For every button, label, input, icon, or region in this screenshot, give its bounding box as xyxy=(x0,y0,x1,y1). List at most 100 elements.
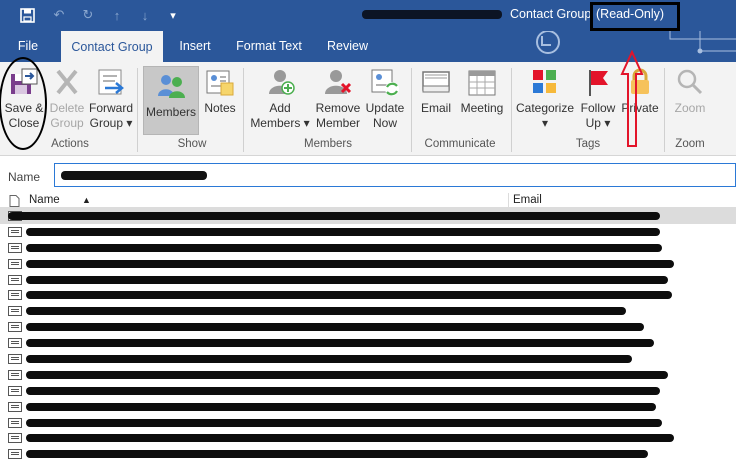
table-row[interactable] xyxy=(0,319,736,335)
column-header-email[interactable]: Email xyxy=(513,194,542,206)
table-row[interactable] xyxy=(0,399,736,415)
table-row[interactable] xyxy=(0,430,736,446)
sort-ascending-icon: ▲ xyxy=(82,195,91,205)
notes-button[interactable]: Notes xyxy=(202,66,238,116)
forward-icon xyxy=(98,69,124,95)
table-row[interactable] xyxy=(0,303,736,319)
delete-group-button[interactable]: Delete Group xyxy=(48,66,86,131)
read-only-annotation-box xyxy=(590,2,680,31)
notes-icon xyxy=(206,70,234,96)
ribbon-separator xyxy=(511,68,512,152)
redacted-row xyxy=(26,402,656,411)
tab-contact-group[interactable]: Contact Group xyxy=(61,31,163,62)
redacted-row xyxy=(26,227,660,236)
column-header-name[interactable]: Name xyxy=(29,194,60,206)
table-row[interactable] xyxy=(0,240,736,256)
contact-icon xyxy=(8,338,22,349)
zoom-button[interactable]: Zoom xyxy=(670,66,710,116)
table-row[interactable] xyxy=(0,367,736,383)
update-now-label: Update Now xyxy=(365,101,405,130)
table-row[interactable] xyxy=(0,351,736,367)
contact-icon xyxy=(8,306,22,317)
contact-icon xyxy=(8,258,22,269)
table-row[interactable] xyxy=(0,272,736,288)
contact-icon xyxy=(8,226,22,237)
remove-member-button[interactable]: Remove Member xyxy=(313,66,363,131)
forward-group-label: Forward Group ▾ xyxy=(88,101,133,130)
email-label: Email xyxy=(420,101,451,115)
add-members-icon xyxy=(269,70,295,95)
table-row[interactable] xyxy=(0,335,736,351)
members-view-label: Members xyxy=(145,105,196,119)
ribbon-separator xyxy=(137,68,138,152)
title-bar: ↶ ↻ ↑ ↓ ▾ Contact Group (Read-Only) xyxy=(0,0,736,31)
previous-item-icon[interactable]: ↑ xyxy=(108,6,126,24)
customize-toolbar-icon[interactable]: ▾ xyxy=(164,6,182,24)
ribbon-separator xyxy=(664,68,665,152)
window-title: Contact Group xyxy=(510,7,592,21)
group-label-actions: Actions xyxy=(51,138,89,150)
delete-group-label: Delete Group xyxy=(49,101,85,130)
contact-icon xyxy=(8,433,22,444)
tab-format-text[interactable]: Format Text xyxy=(228,31,310,62)
meeting-icon xyxy=(468,70,496,96)
tab-insert[interactable]: Insert xyxy=(170,31,220,62)
categorize-button[interactable]: Categorize ▾ xyxy=(515,66,575,131)
save-icon[interactable] xyxy=(18,6,36,24)
redacted-title xyxy=(362,10,502,19)
redacted-row xyxy=(26,307,626,316)
email-button[interactable]: Email xyxy=(418,66,454,116)
add-members-button[interactable]: Add Members ▾ xyxy=(250,66,310,131)
members-list xyxy=(0,208,736,462)
redacted-row xyxy=(26,450,648,459)
categorize-icon xyxy=(533,70,556,93)
contact-icon xyxy=(8,417,22,428)
group-label-show: Show xyxy=(177,138,207,150)
contact-icon xyxy=(8,354,22,365)
forward-group-button[interactable]: Forward Group ▾ xyxy=(88,66,134,131)
follow-up-label: Follow Up ▾ xyxy=(580,101,616,130)
contact-icon xyxy=(8,369,22,380)
undo-icon[interactable]: ↶ xyxy=(50,6,68,24)
flag-icon xyxy=(589,70,608,96)
name-input[interactable] xyxy=(54,163,736,187)
delete-icon xyxy=(56,69,78,95)
group-label-zoom: Zoom xyxy=(675,138,705,150)
members-view-button[interactable]: Members xyxy=(143,66,199,135)
notes-label: Notes xyxy=(204,101,236,115)
meeting-button[interactable]: Meeting xyxy=(457,66,507,116)
redacted-row xyxy=(26,323,644,332)
members-icon xyxy=(158,75,185,98)
tab-review[interactable]: Review xyxy=(320,31,375,62)
redacted-row xyxy=(26,386,660,395)
document-icon xyxy=(9,195,20,207)
redacted-row xyxy=(26,291,672,300)
redacted-row xyxy=(26,243,662,252)
follow-up-button[interactable]: Follow Up ▾ xyxy=(578,66,618,131)
redacted-row xyxy=(8,212,660,220)
contact-icon xyxy=(8,401,22,412)
update-icon xyxy=(371,69,399,96)
redacted-row xyxy=(26,339,654,348)
redo-icon[interactable]: ↻ xyxy=(79,6,97,24)
redacted-name xyxy=(61,171,207,180)
remove-member-label: Remove Member xyxy=(315,101,361,130)
table-row[interactable] xyxy=(0,287,736,303)
redacted-row xyxy=(26,275,668,284)
ribbon-separator xyxy=(411,68,412,152)
redacted-row xyxy=(26,370,668,379)
table-row[interactable] xyxy=(0,446,736,462)
email-icon xyxy=(422,71,450,93)
table-row[interactable] xyxy=(0,208,736,224)
table-row[interactable] xyxy=(0,383,736,399)
name-label: Name xyxy=(8,170,41,184)
redacted-row xyxy=(26,259,674,268)
contact-icon xyxy=(8,290,22,301)
table-row[interactable] xyxy=(0,415,736,431)
contact-icon xyxy=(8,322,22,333)
update-now-button[interactable]: Update Now xyxy=(364,66,406,131)
next-item-icon[interactable]: ↓ xyxy=(136,6,154,24)
table-row[interactable] xyxy=(0,256,736,272)
members-table-header: Name ▲ Email xyxy=(0,193,736,208)
table-row[interactable] xyxy=(0,224,736,240)
